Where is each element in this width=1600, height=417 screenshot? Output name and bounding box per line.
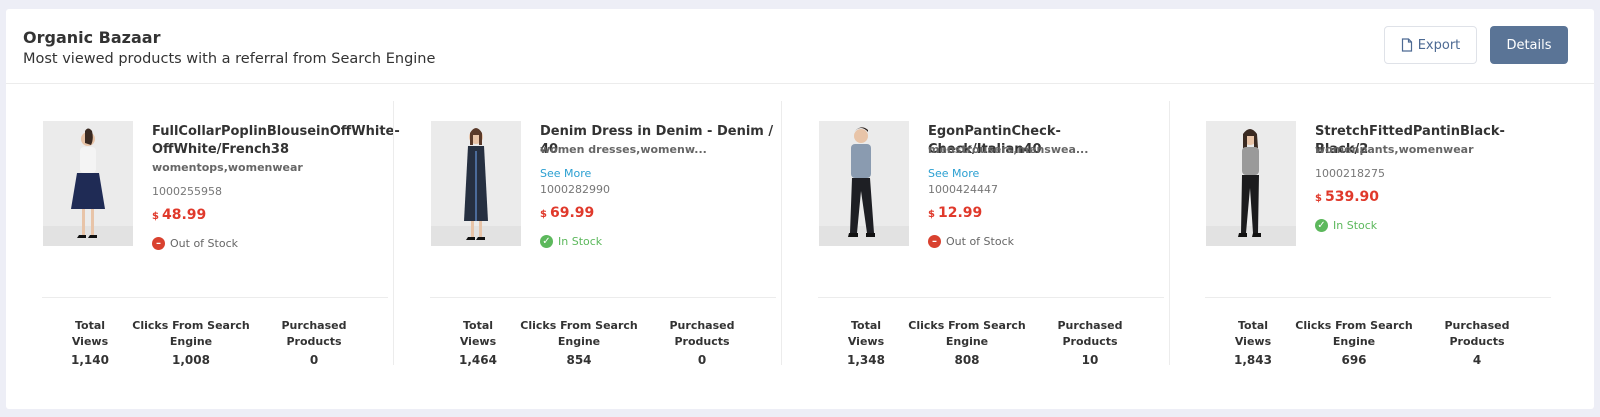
stat-label: Purchased Products <box>1057 319 1123 348</box>
stat-total-views: Total Views 1,140 <box>55 318 125 368</box>
details-button[interactable]: Details <box>1490 26 1568 64</box>
card-divider <box>430 297 776 298</box>
product-price: $48.99 <box>152 207 206 223</box>
stock-status: – Out of Stock <box>152 237 238 250</box>
panel-title: Organic Bazaar <box>23 28 161 47</box>
stat-clicks-from-search-engine: Clicks From Search Engine 854 <box>520 318 638 368</box>
stat-label: Total Views <box>1234 319 1272 348</box>
stat-value: 0 <box>309 353 319 367</box>
card-divider <box>42 297 388 298</box>
product-image[interactable] <box>1206 121 1296 246</box>
product-sku: 1000255958 <box>152 185 222 198</box>
stat-purchased-products: Purchased Products 10 <box>1040 318 1140 368</box>
product-card[interactable]: Denim Dress in Denim - Denim / 40 women … <box>394 85 782 409</box>
minus-circle-icon: – <box>152 237 165 250</box>
stat-value: 1,008 <box>172 353 210 367</box>
check-circle-icon: ✓ <box>1315 219 1328 232</box>
see-more-link[interactable]: See More <box>540 167 591 180</box>
currency-symbol: $ <box>152 211 159 222</box>
product-price: $69.99 <box>540 205 594 221</box>
stat-label: Total Views <box>71 319 109 348</box>
product-image[interactable] <box>431 121 521 246</box>
product-sku: 1000218275 <box>1315 167 1385 180</box>
stat-label: Total Views <box>459 319 497 348</box>
product-categories: womentops,womenwear <box>152 161 303 174</box>
product-card[interactable]: FullCollarPoplinBlouseinOffWhite-OffWhit… <box>6 85 400 409</box>
card-divider <box>818 297 1164 298</box>
stock-status: ✓ In Stock <box>540 235 602 248</box>
stat-value: 1,348 <box>847 353 885 367</box>
stock-label: Out of Stock <box>170 237 238 250</box>
stat-label: Purchased Products <box>1444 319 1510 348</box>
stock-status: ✓ In Stock <box>1315 219 1377 232</box>
stock-status: – Out of Stock <box>928 235 1014 248</box>
stat-value: 808 <box>954 353 980 367</box>
stock-label: Out of Stock <box>946 235 1014 248</box>
stat-label: Total Views <box>847 319 885 348</box>
card-divider <box>1205 297 1551 298</box>
product-name[interactable]: FullCollarPoplinBlouseinOffWhite-OffWhit… <box>152 123 400 159</box>
product-sku: 1000282990 <box>540 183 610 196</box>
export-label: Export <box>1417 37 1461 53</box>
stat-purchased-products: Purchased Products 4 <box>1427 318 1527 368</box>
price-value: 69.99 <box>549 205 595 221</box>
product-image[interactable] <box>43 121 133 246</box>
stat-value: 4 <box>1472 353 1482 367</box>
product-categories: menstrousers,menswea... <box>928 143 1089 156</box>
product-card[interactable]: StretchFittedPantinBlack-Black/2 womenpa… <box>1169 85 1557 409</box>
stat-value: 1,140 <box>71 353 109 367</box>
product-price: $12.99 <box>928 205 982 221</box>
product-price: $539.90 <box>1315 189 1379 205</box>
stat-clicks-from-search-engine: Clicks From Search Engine 1,008 <box>132 318 250 368</box>
product-sku: 1000424447 <box>928 183 998 196</box>
stat-value: 0 <box>697 353 707 367</box>
check-circle-icon: ✓ <box>540 235 553 248</box>
product-categories: women dresses,womenw... <box>540 143 707 156</box>
product-image[interactable] <box>819 121 909 246</box>
stat-value: 854 <box>566 353 592 367</box>
stock-label: In Stock <box>1333 219 1378 232</box>
stat-label: Clicks From Search Engine <box>132 319 250 348</box>
currency-symbol: $ <box>1315 193 1322 204</box>
panel-header: Organic Bazaar Most viewed products with… <box>6 9 1594 84</box>
currency-symbol: $ <box>928 209 935 220</box>
currency-symbol: $ <box>540 209 547 220</box>
stat-purchased-products: Purchased Products 0 <box>652 318 752 368</box>
panel-subtitle: Most viewed products with a referral fro… <box>23 51 436 67</box>
product-categories: womenpants,womenwear <box>1315 143 1474 156</box>
stat-total-views: Total Views 1,348 <box>831 318 901 368</box>
stat-label: Clicks From Search Engine <box>908 319 1026 348</box>
price-value: 539.90 <box>1324 189 1379 205</box>
minus-circle-icon: – <box>928 235 941 248</box>
stat-label: Clicks From Search Engine <box>520 319 638 348</box>
stat-total-views: Total Views 1,464 <box>443 318 513 368</box>
stat-value: 1,843 <box>1234 353 1272 367</box>
product-cards: FullCollarPoplinBlouseinOffWhite-OffWhit… <box>6 85 1594 409</box>
file-icon <box>1401 38 1412 52</box>
stat-value: 10 <box>1081 353 1099 367</box>
export-button[interactable]: Export <box>1384 26 1477 64</box>
stat-purchased-products: Purchased Products 0 <box>264 318 364 368</box>
stat-total-views: Total Views 1,843 <box>1218 318 1288 368</box>
stat-value: 1,464 <box>459 353 497 367</box>
price-value: 48.99 <box>161 207 207 223</box>
product-panel: Organic Bazaar Most viewed products with… <box>6 9 1594 409</box>
stat-label: Purchased Products <box>669 319 735 348</box>
stat-value: 696 <box>1341 353 1367 367</box>
stat-clicks-from-search-engine: Clicks From Search Engine 808 <box>908 318 1026 368</box>
stat-clicks-from-search-engine: Clicks From Search Engine 696 <box>1295 318 1413 368</box>
product-card[interactable]: EgonPantinCheck-Check/Italian40 menstrou… <box>782 85 1170 409</box>
stat-label: Clicks From Search Engine <box>1295 319 1413 348</box>
stock-label: In Stock <box>558 235 603 248</box>
price-value: 12.99 <box>937 205 983 221</box>
see-more-link[interactable]: See More <box>928 167 979 180</box>
stat-label: Purchased Products <box>281 319 347 348</box>
